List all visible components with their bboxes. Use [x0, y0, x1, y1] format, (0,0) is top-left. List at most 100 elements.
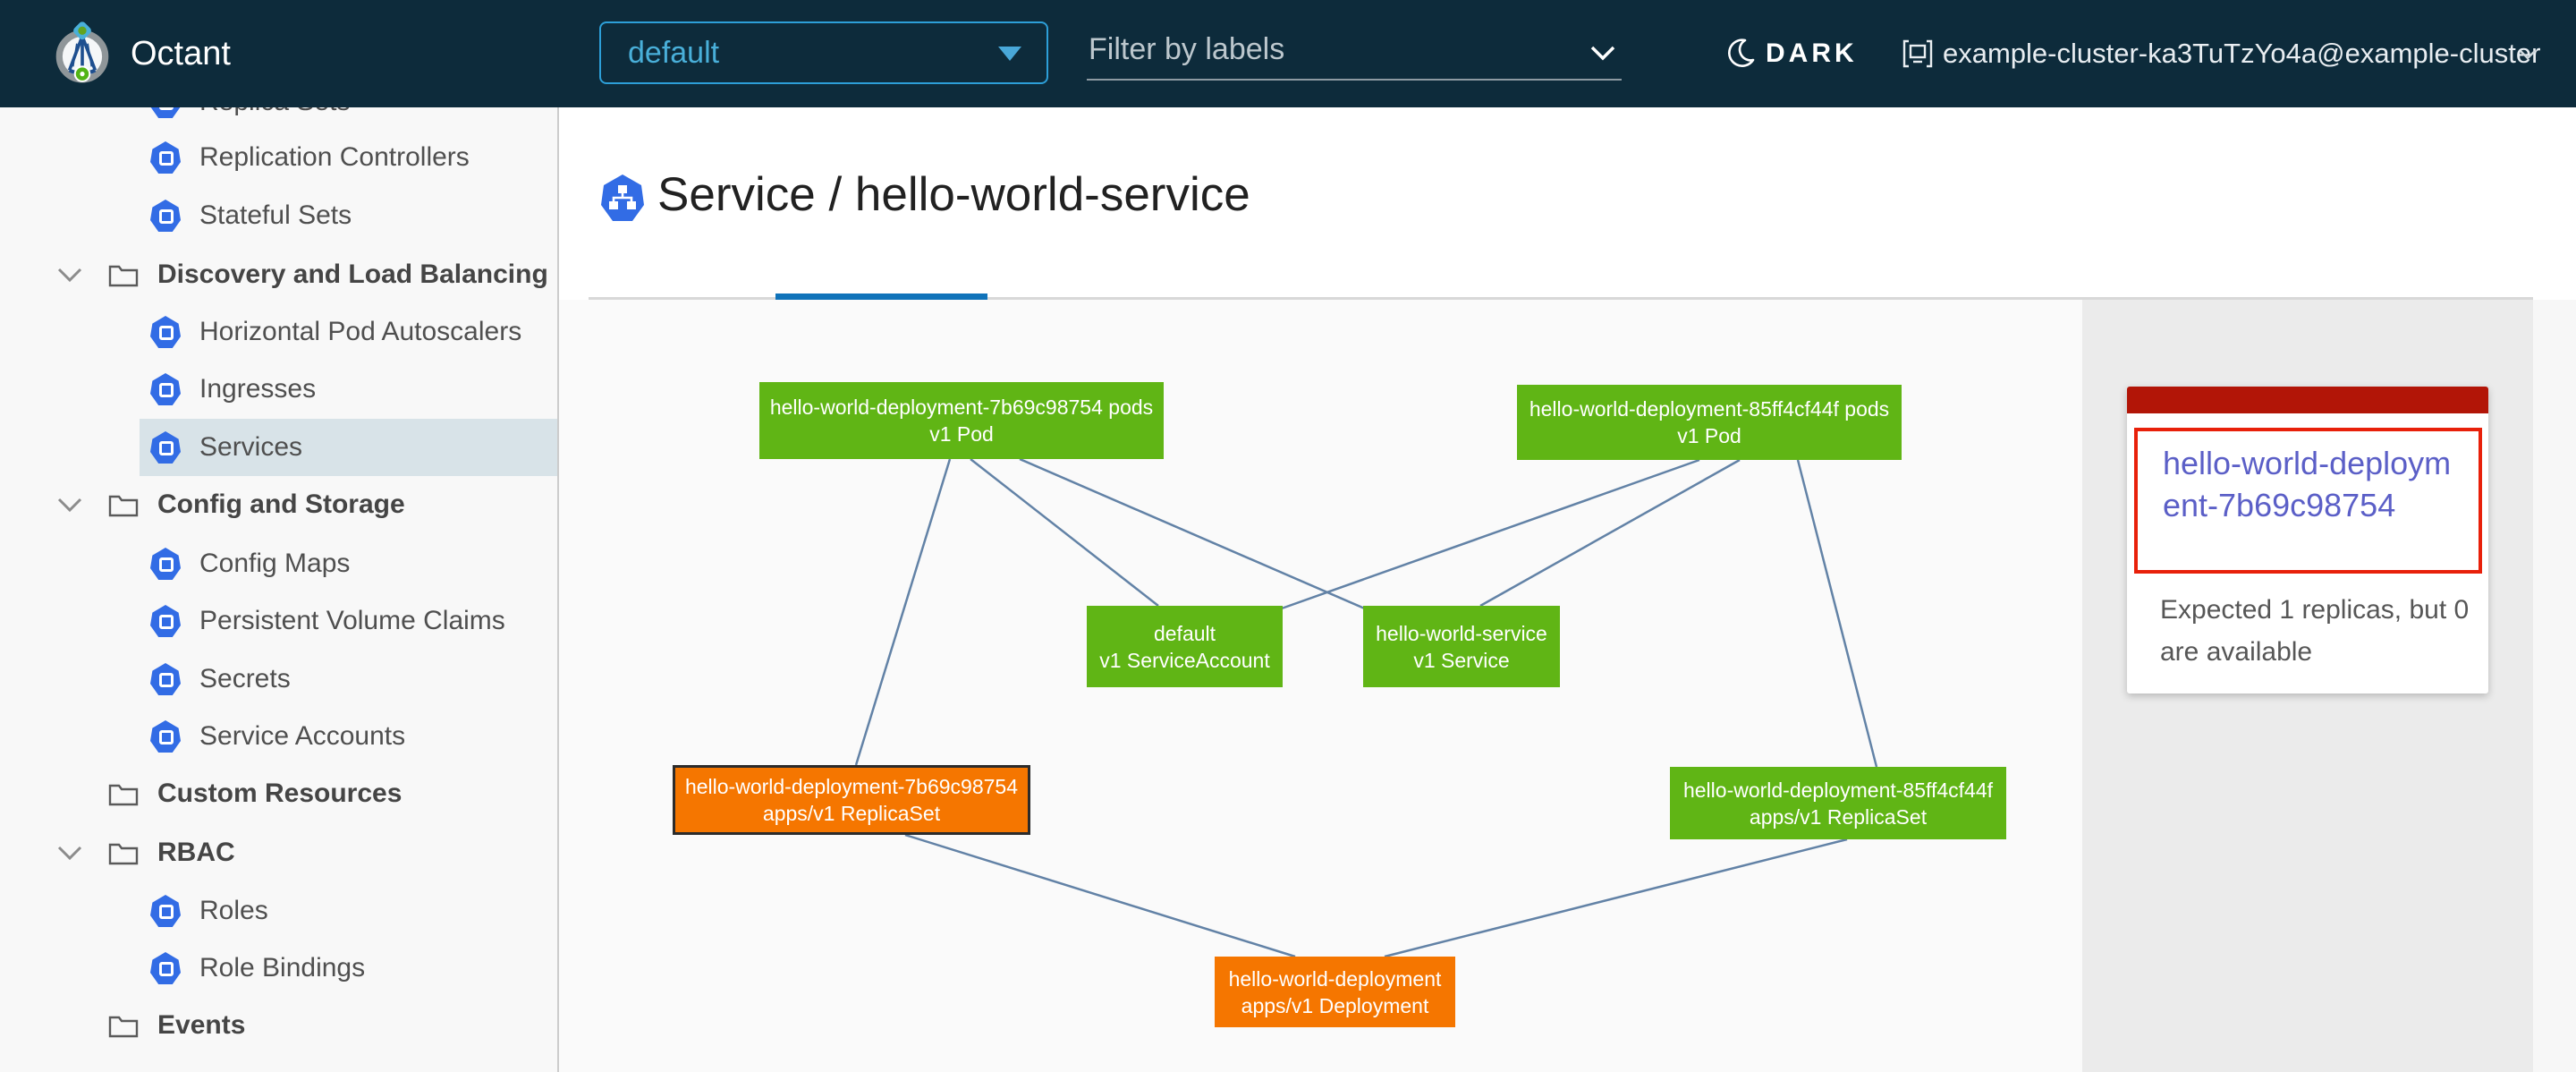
namespace-dropdown[interactable]: default — [599, 21, 1048, 84]
graph-edge — [1279, 460, 1699, 609]
sidebar-item-services[interactable]: Services — [140, 419, 559, 476]
ingresses-icon — [150, 373, 181, 405]
graph-edge — [1020, 459, 1367, 609]
node-kind: apps/v1 Deployment — [1241, 992, 1429, 1019]
node-detail-panel: hello-world-deployment-7b69c98754 Expect… — [2082, 300, 2533, 1072]
chevron-down-icon[interactable] — [57, 268, 82, 283]
sidebar-item-ingresses[interactable]: Ingresses — [0, 361, 559, 418]
sidebar-item-label: Service Accounts — [199, 708, 405, 765]
sidebar-group-rbac[interactable]: RBAC — [0, 824, 559, 881]
graph-edge — [856, 459, 950, 765]
page-title: Service / hello-world-service — [657, 166, 1250, 224]
folder-icon — [107, 1012, 140, 1039]
sidebar-group-label: Discovery and Load Balancing — [157, 246, 548, 303]
chevron-down-icon[interactable] — [1589, 45, 1616, 61]
octant-logo-icon — [50, 21, 114, 86]
node-title: hello-world-deployment-85ff4cf44f — [1683, 777, 1993, 804]
sidebar-item-roles[interactable]: Roles — [0, 882, 559, 940]
sidebar-nav: Replica Sets Replication Controllers Sta… — [0, 107, 559, 1072]
sidebar-item-label: Replica Sets — [199, 107, 350, 131]
sidebar-item-replication-controllers[interactable]: Replication Controllers — [0, 129, 559, 186]
graph-edge — [1798, 460, 1877, 767]
sidebar-item-label: Stateful Sets — [199, 187, 352, 244]
octant-app-window: Octant default DARK example-clust — [0, 0, 2576, 1072]
node-title: hello-world-deployment — [1229, 966, 1442, 992]
node-title: hello-world-deployment-7b69c98754 — [685, 773, 1018, 800]
sidebar-item-label: Config Maps — [199, 535, 350, 592]
folder-icon — [107, 839, 140, 866]
role-bindings-icon — [150, 952, 181, 984]
persistent-volume-claims-icon — [150, 605, 181, 637]
sidebar-item-service-accounts[interactable]: Service Accounts — [0, 708, 559, 765]
graph-edge — [1480, 460, 1740, 606]
node-detail-link[interactable]: hello-world-deployment-7b69c98754 — [2163, 442, 2458, 526]
sidebar-group-label: Events — [157, 997, 245, 1054]
sidebar-item-persistent-volume-claims[interactable]: Persistent Volume Claims — [0, 592, 559, 650]
sidebar-item-label: Horizontal Pod Autoscalers — [199, 303, 521, 361]
sidebar-item-label: Roles — [199, 882, 268, 940]
chevron-down-icon[interactable] — [57, 498, 82, 513]
node-kind: v1 Service — [1413, 647, 1509, 674]
sidebar-item-horizontal-pod-autoscalers[interactable]: Horizontal Pod Autoscalers — [0, 303, 559, 361]
horizontal-pod-autoscalers-icon — [150, 316, 181, 348]
resource-graph-canvas[interactable]: hello-world-deployment-7b69c98754 pods v… — [559, 300, 2082, 1072]
node-title: hello-world-deployment-7b69c98754 pods — [770, 394, 1153, 421]
sidebar-group-custom-resources[interactable]: Custom Resources — [0, 765, 559, 822]
node-kind: apps/v1 ReplicaSet — [763, 800, 940, 827]
graph-edge — [970, 459, 1158, 606]
sidebar-item-label: Ingresses — [199, 361, 316, 418]
config-maps-icon — [150, 548, 181, 580]
sidebar-group-config-and-storage[interactable]: Config and Storage — [0, 476, 559, 533]
services-icon — [150, 431, 181, 464]
label-filter-input[interactable] — [1087, 21, 1573, 77]
replica-sets-icon — [150, 107, 181, 118]
app-title: Octant — [131, 0, 231, 107]
graph-node-service-hello-world[interactable]: hello-world-service v1 Service — [1363, 606, 1560, 687]
graph-node-pod-85ff4cf44f[interactable]: hello-world-deployment-85ff4cf44f pods v… — [1517, 385, 1902, 460]
chevron-down-icon[interactable] — [57, 846, 82, 861]
sidebar-item-label: Replication Controllers — [199, 129, 470, 186]
sidebar-group-label: Custom Resources — [157, 765, 402, 822]
dark-theme-label: DARK — [1766, 0, 1858, 107]
replication-controllers-icon — [150, 141, 181, 174]
cluster-icon — [1902, 38, 1934, 69]
main-content: Service / hello-world-service Summary Re… — [559, 107, 2576, 1072]
sidebar-group-events[interactable]: Events — [0, 997, 559, 1054]
chevron-down-icon — [2519, 49, 2537, 60]
scrollbar-track[interactable] — [2533, 300, 2576, 1072]
folder-icon — [107, 261, 140, 288]
stateful-sets-icon — [150, 200, 181, 232]
selected-node-highlight-box: hello-world-deployment-7b69c98754 — [2134, 428, 2482, 574]
graph-node-deployment-hello-world[interactable]: hello-world-deployment apps/v1 Deploymen… — [1215, 957, 1455, 1027]
graph-node-pod-7b69c98754[interactable]: hello-world-deployment-7b69c98754 pods v… — [759, 382, 1164, 459]
node-kind: apps/v1 ReplicaSet — [1750, 804, 1927, 830]
sidebar-item-role-bindings[interactable]: Role Bindings — [0, 940, 559, 997]
node-title: default — [1154, 620, 1216, 647]
sidebar-item-config-maps[interactable]: Config Maps — [0, 535, 559, 592]
service-resource-icon — [601, 174, 644, 222]
sidebar-item-secrets[interactable]: Secrets — [0, 651, 559, 708]
sidebar-item-label: Secrets — [199, 651, 291, 708]
sidebar-group-discovery-and-load-balancing[interactable]: Discovery and Load Balancing — [0, 246, 559, 303]
moon-icon — [1726, 38, 1757, 70]
sidebar-item-replica-sets[interactable]: Replica Sets — [0, 107, 559, 131]
node-kind: v1 Pod — [1677, 422, 1741, 449]
sidebar-item-stateful-sets[interactable]: Stateful Sets — [0, 187, 559, 244]
node-detail-message: Expected 1 replicas, but 0 are available — [2160, 589, 2473, 673]
node-kind: v1 Pod — [929, 421, 994, 447]
roles-icon — [150, 895, 181, 927]
cluster-context-label: example-cluster-ka3TuTzYo4a@example-clus… — [1943, 0, 2540, 107]
graph-node-serviceaccount-default[interactable]: default v1 ServiceAccount — [1087, 606, 1283, 687]
top-header-bar: Octant default DARK example-clust — [0, 0, 2576, 107]
graph-node-replicaset-7b69c98754[interactable]: hello-world-deployment-7b69c98754 apps/v… — [673, 765, 1030, 835]
graph-node-replicaset-85ff4cf44f[interactable]: hello-world-deployment-85ff4cf44f apps/v… — [1670, 767, 2006, 839]
label-filter — [1087, 21, 1622, 81]
service-accounts-icon — [150, 720, 181, 753]
status-danger-bar — [2127, 387, 2488, 413]
graph-edge — [905, 835, 1295, 957]
node-title: hello-world-deployment-85ff4cf44f pods — [1530, 396, 1889, 422]
node-kind: v1 ServiceAccount — [1099, 647, 1269, 674]
sidebar-item-label: Services — [199, 419, 302, 476]
folder-icon — [107, 780, 140, 807]
dropdown-caret-icon — [998, 47, 1021, 61]
